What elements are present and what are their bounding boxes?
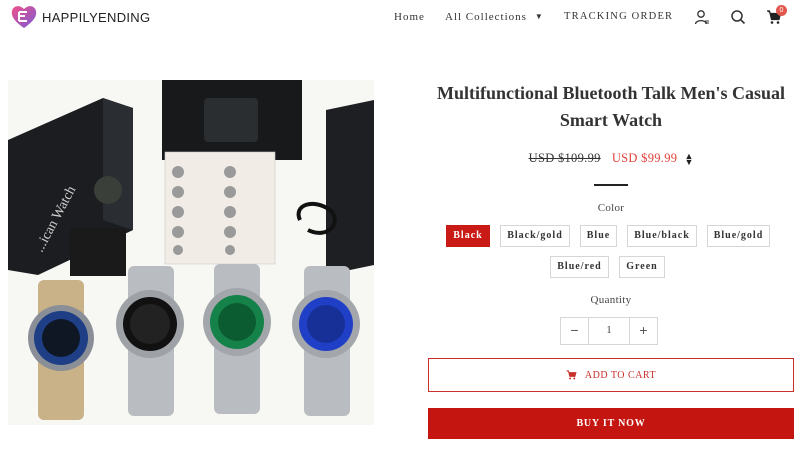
color-option-blue[interactable]: Blue [580,225,617,247]
brand-logo[interactable]: HAPPILYENDING [10,4,150,30]
site-header: HAPPILYENDING Home All Collections ▼ TRAC… [0,0,800,36]
heart-logo-icon [11,6,37,29]
color-option-black-gold[interactable]: Black/gold [500,225,570,247]
product-title: Multifunctional Bluetooth Talk Men's Cas… [436,83,786,130]
buy-it-now-button[interactable]: BUY IT NOW [428,408,794,439]
nav-all-collections-label: All Collections [445,11,527,23]
product-photo-illustration: ...ican Watch [8,80,374,425]
quantity-decrement-button[interactable]: − [561,318,589,344]
color-label: Color [597,202,625,214]
color-option-blue-red[interactable]: Blue/red [550,256,609,278]
price-row: USD $109.99 USD $99.99 ▲ ▼ [428,151,794,167]
search-icon[interactable] [730,9,746,25]
color-option-blue-black[interactable]: Blue/black [627,225,697,247]
add-to-cart-button[interactable]: ADD TO CART [428,358,794,392]
user-account-icon[interactable] [694,9,710,25]
color-option-green[interactable]: Green [619,256,665,278]
price-divider [594,184,628,186]
quantity-increment-button[interactable]: + [629,318,657,344]
cart-icon [566,370,577,380]
sale-price: USD $99.99 [611,151,678,165]
cart-count-badge: 0 [776,5,787,16]
quantity-stepper: − 1 + [560,317,658,345]
color-option-blue-gold[interactable]: Blue/gold [707,225,770,247]
nav-all-collections[interactable]: All Collections ▼ [445,11,544,23]
color-option-black[interactable]: Black [446,225,490,247]
caret-down-icon: ▼ [534,12,544,21]
nav-home[interactable]: Home [394,11,425,23]
quantity-input[interactable]: 1 [589,318,629,344]
quantity-label: Quantity [590,294,632,306]
product-image[interactable]: ...ican Watch [8,80,374,425]
original-price: USD $109.99 [528,151,601,165]
add-to-cart-label: ADD TO CART [584,369,657,381]
sort-arrows-icon[interactable]: ▲ ▼ [684,152,693,167]
nav-tracking-order[interactable]: TRACKING ORDER [564,11,673,22]
brand-name: HAPPILYENDING [42,9,151,25]
